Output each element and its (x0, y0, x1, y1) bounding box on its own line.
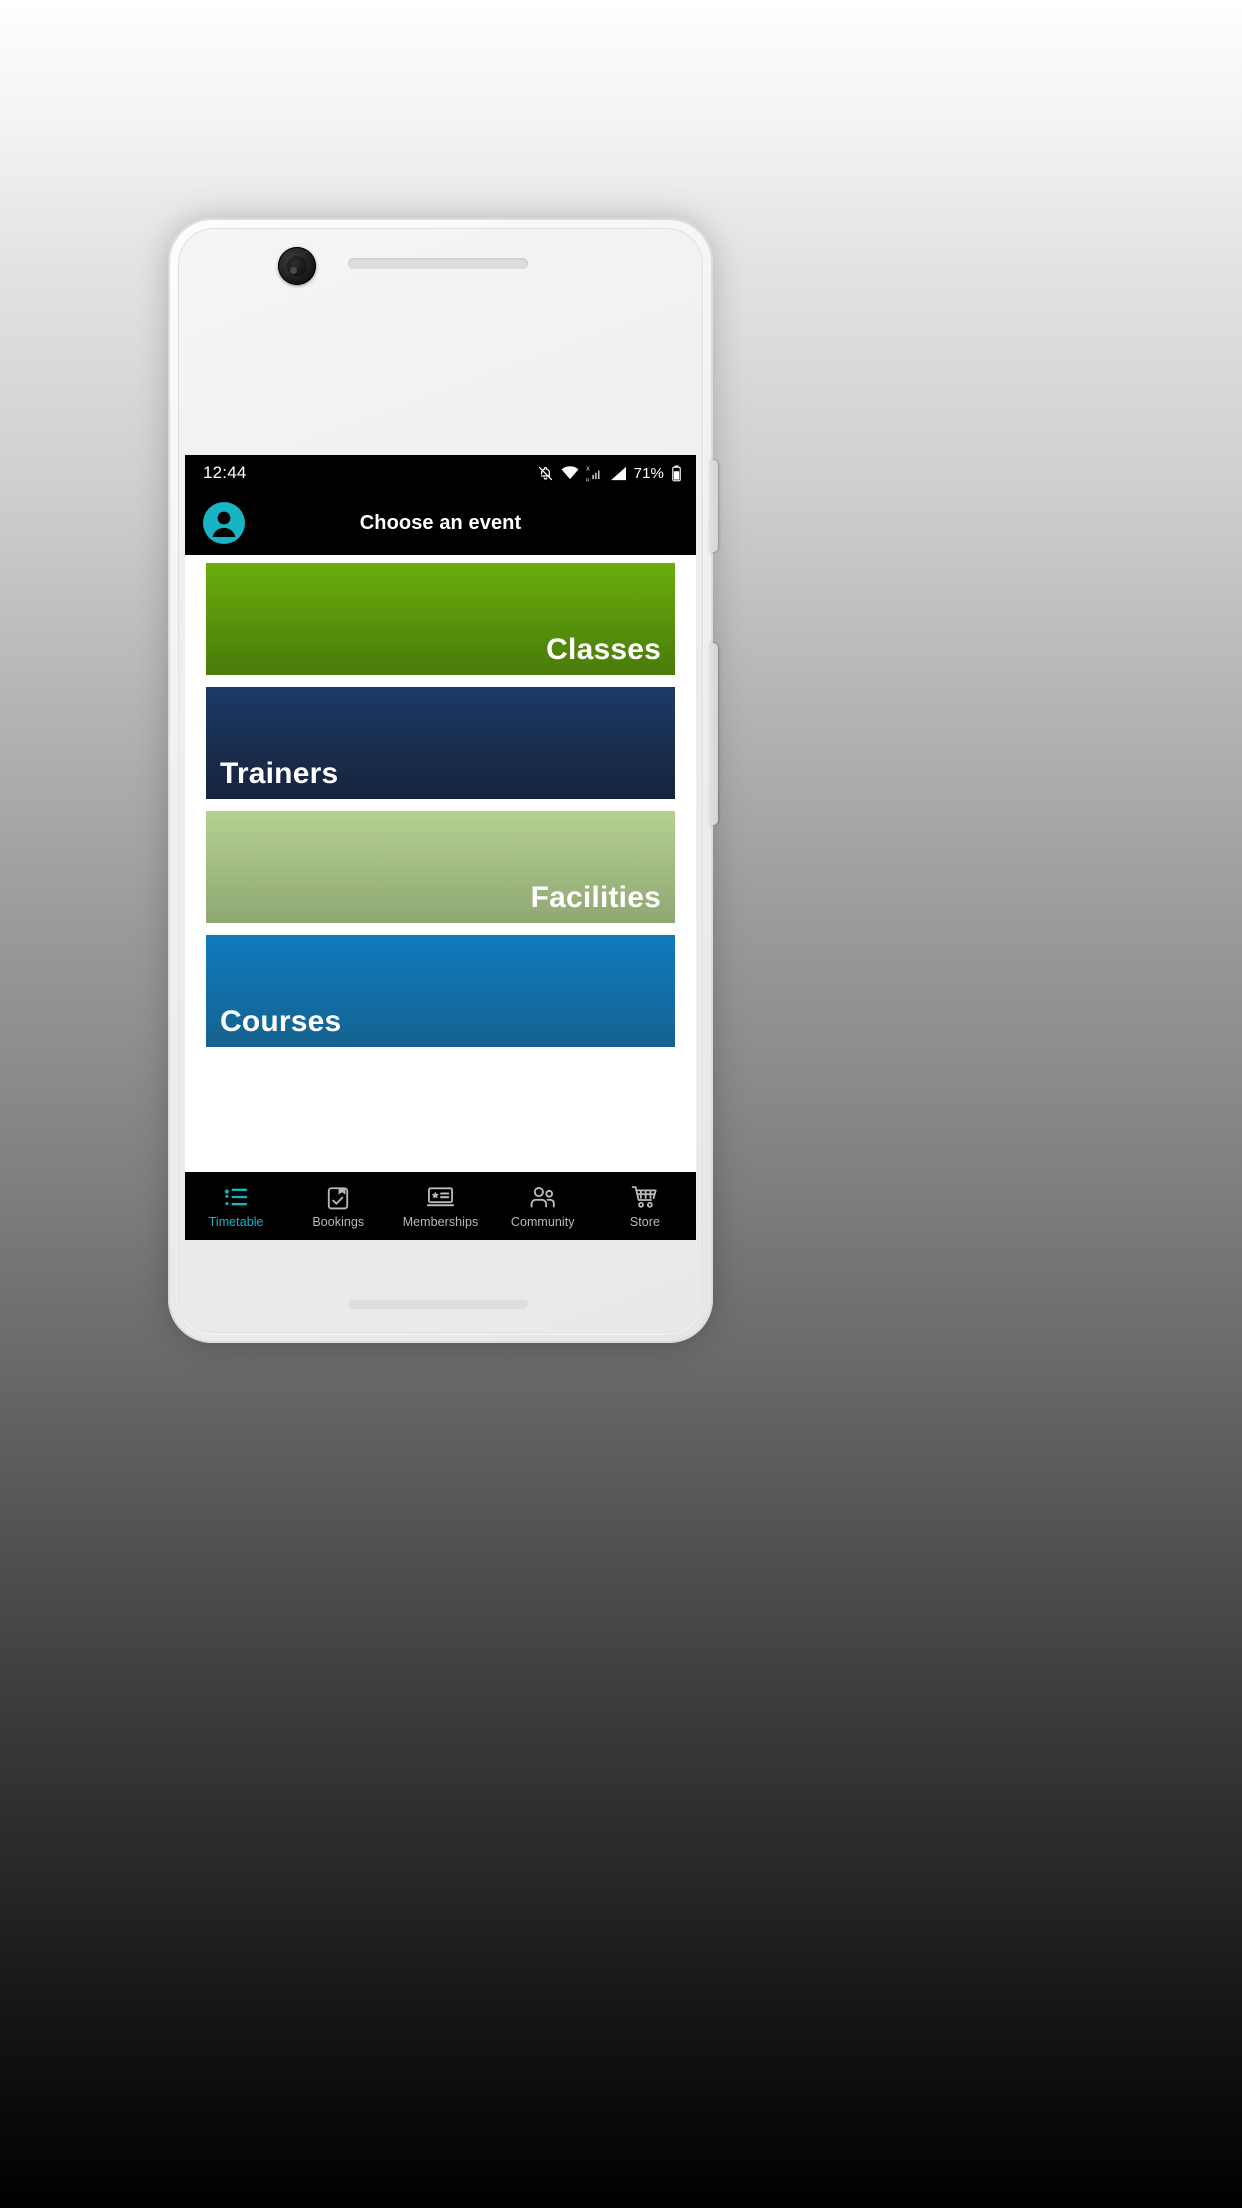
nav-label-timetable: Timetable (208, 1214, 264, 1229)
nav-item-timetable[interactable]: Timetable (185, 1184, 287, 1229)
card-facilities[interactable]: Facilities (206, 811, 675, 923)
wifi-icon (561, 466, 579, 480)
event-card-list: Classes Trainers Facilities Courses (185, 555, 696, 1172)
user-avatar-icon[interactable] (203, 502, 245, 544)
nav-item-store[interactable]: Store (594, 1184, 696, 1229)
page-title: Choose an event (359, 511, 522, 534)
nav-label-memberships: Memberships (402, 1214, 479, 1229)
bottom-navigation-bar: Timetable Bookings Memberships Community… (185, 1172, 696, 1240)
people-group-icon (529, 1184, 556, 1211)
card-label-classes: Classes (546, 633, 661, 666)
phone-screen: 12:44 X R 71% Choose an event Classes Tr… (185, 455, 696, 1240)
notifications-off-icon (537, 465, 554, 482)
card-courses[interactable]: Courses (206, 935, 675, 1047)
battery-percent-label: 71% (633, 464, 664, 482)
membership-card-icon (427, 1184, 454, 1211)
mobile-data-x-icon: X R (586, 465, 603, 482)
nav-label-community: Community (510, 1214, 575, 1229)
nav-label-bookings: Bookings (312, 1214, 365, 1229)
status-icons: X R 71% (537, 465, 682, 482)
volume-button[interactable] (709, 643, 718, 825)
svg-text:X: X (586, 466, 590, 472)
earpiece-speaker (348, 258, 528, 269)
nav-item-memberships[interactable]: Memberships (389, 1184, 491, 1229)
nav-label-store: Store (629, 1214, 660, 1229)
svg-text:R: R (586, 477, 590, 482)
front-camera-icon (278, 247, 316, 285)
card-classes[interactable]: Classes (206, 563, 675, 675)
card-label-courses: Courses (220, 1005, 342, 1038)
card-trainers[interactable]: Trainers (206, 687, 675, 799)
status-time: 12:44 (203, 463, 247, 482)
card-label-trainers: Trainers (220, 757, 339, 790)
status-bar: 12:44 X R 71% (185, 455, 696, 491)
clipboard-check-icon (326, 1184, 350, 1211)
battery-icon (671, 465, 682, 482)
card-label-facilities: Facilities (530, 881, 661, 914)
shopping-cart-icon (631, 1184, 658, 1211)
app-header: Choose an event (185, 491, 696, 555)
list-timetable-icon (223, 1184, 249, 1211)
signal-bars-icon (610, 466, 627, 481)
home-indicator (348, 1300, 528, 1309)
nav-item-community[interactable]: Community (492, 1184, 594, 1229)
nav-item-bookings[interactable]: Bookings (287, 1184, 389, 1229)
power-button[interactable] (709, 460, 718, 552)
